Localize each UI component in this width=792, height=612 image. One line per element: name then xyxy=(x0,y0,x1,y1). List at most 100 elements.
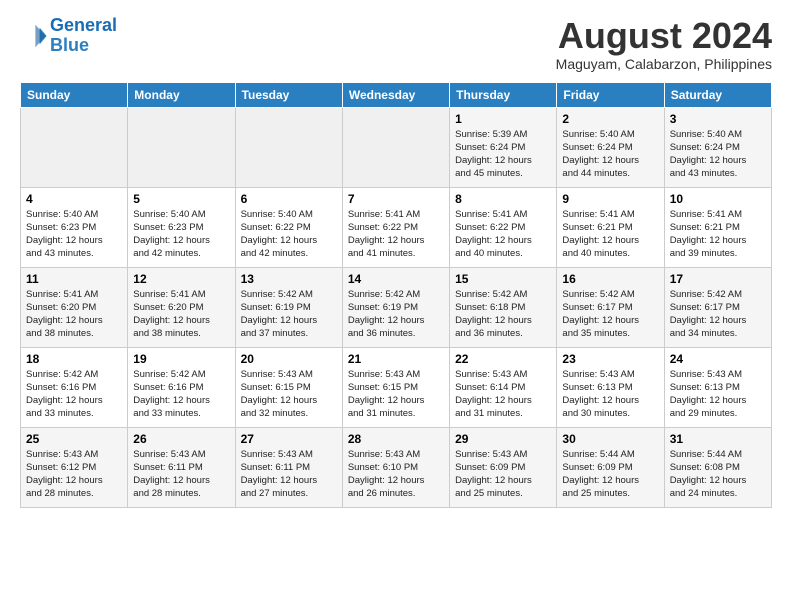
calendar-cell xyxy=(235,107,342,187)
calendar-cell: 2 Sunrise: 5:40 AM Sunset: 6:24 PM Daylig… xyxy=(557,107,664,187)
day-info: Sunrise: 5:43 AM Sunset: 6:14 PM Dayligh… xyxy=(455,368,551,421)
calendar-cell: 17 Sunrise: 5:42 AM Sunset: 6:17 PM Dayli… xyxy=(664,267,771,347)
day-info: Sunrise: 5:43 AM Sunset: 6:11 PM Dayligh… xyxy=(241,448,337,501)
calendar-week-row: 18Sunrise: 5:42 AM Sunset: 6:16 PM Dayli… xyxy=(21,347,772,427)
calendar-cell: 25 Sunrise: 5:43 AM Sunset: 6:12 PM Dayli… xyxy=(21,427,128,507)
day-number: 22 xyxy=(455,352,551,366)
logo-blue: Blue xyxy=(50,35,89,55)
day-info: Sunrise: 5:40 AM Sunset: 6:24 PM Dayligh… xyxy=(562,128,658,181)
day-info: Sunrise: 5:43 AM Sunset: 6:09 PM Dayligh… xyxy=(455,448,551,501)
day-number: 14 xyxy=(348,272,444,286)
calendar-cell: 6 Sunrise: 5:40 AM Sunset: 6:22 PM Daylig… xyxy=(235,187,342,267)
logo-text: General Blue xyxy=(50,16,117,56)
calendar-cell: 9Sunrise: 5:41 AM Sunset: 6:21 PM Daylig… xyxy=(557,187,664,267)
calendar-cell: 3 Sunrise: 5:40 AM Sunset: 6:24 PM Daylig… xyxy=(664,107,771,187)
page: General Blue August 2024 Maguyam, Calaba… xyxy=(0,0,792,518)
calendar-cell: 4 Sunrise: 5:40 AM Sunset: 6:23 PM Daylig… xyxy=(21,187,128,267)
calendar-cell: 18Sunrise: 5:42 AM Sunset: 6:16 PM Dayli… xyxy=(21,347,128,427)
calendar-cell: 28 Sunrise: 5:43 AM Sunset: 6:10 PM Dayli… xyxy=(342,427,449,507)
calendar-cell: 22 Sunrise: 5:43 AM Sunset: 6:14 PM Dayli… xyxy=(450,347,557,427)
month-year: August 2024 xyxy=(556,16,772,56)
day-number: 16 xyxy=(562,272,658,286)
day-info: Sunrise: 5:43 AM Sunset: 6:11 PM Dayligh… xyxy=(133,448,229,501)
day-info: Sunrise: 5:41 AM Sunset: 6:20 PM Dayligh… xyxy=(26,288,122,341)
calendar-cell: 12Sunrise: 5:41 AM Sunset: 6:20 PM Dayli… xyxy=(128,267,235,347)
calendar-cell: 30Sunrise: 5:44 AM Sunset: 6:09 PM Dayli… xyxy=(557,427,664,507)
day-info: Sunrise: 5:42 AM Sunset: 6:16 PM Dayligh… xyxy=(26,368,122,421)
day-info: Sunrise: 5:44 AM Sunset: 6:09 PM Dayligh… xyxy=(562,448,658,501)
day-info: Sunrise: 5:42 AM Sunset: 6:17 PM Dayligh… xyxy=(562,288,658,341)
calendar-week-row: 4 Sunrise: 5:40 AM Sunset: 6:23 PM Daylig… xyxy=(21,187,772,267)
day-number: 9 xyxy=(562,192,658,206)
calendar-cell: 29 Sunrise: 5:43 AM Sunset: 6:09 PM Dayli… xyxy=(450,427,557,507)
day-info: Sunrise: 5:40 AM Sunset: 6:23 PM Dayligh… xyxy=(133,208,229,261)
day-number: 25 xyxy=(26,432,122,446)
weekday-header: Friday xyxy=(557,82,664,107)
day-info: Sunrise: 5:43 AM Sunset: 6:13 PM Dayligh… xyxy=(562,368,658,421)
calendar-cell: 13 Sunrise: 5:42 AM Sunset: 6:19 PM Dayli… xyxy=(235,267,342,347)
day-info: Sunrise: 5:42 AM Sunset: 6:17 PM Dayligh… xyxy=(670,288,766,341)
weekday-row: SundayMondayTuesdayWednesdayThursdayFrid… xyxy=(21,82,772,107)
day-number: 3 xyxy=(670,112,766,126)
day-number: 7 xyxy=(348,192,444,206)
calendar-week-row: 1Sunrise: 5:39 AM Sunset: 6:24 PM Daylig… xyxy=(21,107,772,187)
calendar-cell: 20 Sunrise: 5:43 AM Sunset: 6:15 PM Dayli… xyxy=(235,347,342,427)
calendar-cell xyxy=(21,107,128,187)
day-info: Sunrise: 5:43 AM Sunset: 6:15 PM Dayligh… xyxy=(241,368,337,421)
day-info: Sunrise: 5:42 AM Sunset: 6:19 PM Dayligh… xyxy=(241,288,337,341)
day-info: Sunrise: 5:42 AM Sunset: 6:18 PM Dayligh… xyxy=(455,288,551,341)
calendar-body: 1Sunrise: 5:39 AM Sunset: 6:24 PM Daylig… xyxy=(21,107,772,507)
calendar-cell: 31 Sunrise: 5:44 AM Sunset: 6:08 PM Dayli… xyxy=(664,427,771,507)
day-info: Sunrise: 5:41 AM Sunset: 6:20 PM Dayligh… xyxy=(133,288,229,341)
day-number: 19 xyxy=(133,352,229,366)
weekday-header: Saturday xyxy=(664,82,771,107)
day-info: Sunrise: 5:40 AM Sunset: 6:24 PM Dayligh… xyxy=(670,128,766,181)
day-info: Sunrise: 5:44 AM Sunset: 6:08 PM Dayligh… xyxy=(670,448,766,501)
calendar-cell: 16 Sunrise: 5:42 AM Sunset: 6:17 PM Dayli… xyxy=(557,267,664,347)
day-number: 17 xyxy=(670,272,766,286)
day-info: Sunrise: 5:42 AM Sunset: 6:16 PM Dayligh… xyxy=(133,368,229,421)
calendar-cell: 8 Sunrise: 5:41 AM Sunset: 6:22 PM Daylig… xyxy=(450,187,557,267)
day-number: 31 xyxy=(670,432,766,446)
header: General Blue August 2024 Maguyam, Calaba… xyxy=(20,16,772,72)
day-info: Sunrise: 5:41 AM Sunset: 6:22 PM Dayligh… xyxy=(455,208,551,261)
day-info: Sunrise: 5:42 AM Sunset: 6:19 PM Dayligh… xyxy=(348,288,444,341)
day-number: 10 xyxy=(670,192,766,206)
day-number: 21 xyxy=(348,352,444,366)
day-number: 8 xyxy=(455,192,551,206)
title-block: August 2024 Maguyam, Calabarzon, Philipp… xyxy=(556,16,772,72)
day-number: 27 xyxy=(241,432,337,446)
day-info: Sunrise: 5:43 AM Sunset: 6:12 PM Dayligh… xyxy=(26,448,122,501)
day-number: 4 xyxy=(26,192,122,206)
day-number: 28 xyxy=(348,432,444,446)
logo-icon xyxy=(20,22,48,50)
day-info: Sunrise: 5:43 AM Sunset: 6:15 PM Dayligh… xyxy=(348,368,444,421)
calendar-week-row: 25 Sunrise: 5:43 AM Sunset: 6:12 PM Dayli… xyxy=(21,427,772,507)
logo: General Blue xyxy=(20,16,117,56)
day-info: Sunrise: 5:41 AM Sunset: 6:21 PM Dayligh… xyxy=(670,208,766,261)
day-number: 6 xyxy=(241,192,337,206)
calendar-cell: 26 Sunrise: 5:43 AM Sunset: 6:11 PM Dayli… xyxy=(128,427,235,507)
calendar-cell: 19 Sunrise: 5:42 AM Sunset: 6:16 PM Dayli… xyxy=(128,347,235,427)
day-number: 24 xyxy=(670,352,766,366)
day-number: 20 xyxy=(241,352,337,366)
calendar-cell: 10 Sunrise: 5:41 AM Sunset: 6:21 PM Dayli… xyxy=(664,187,771,267)
logo-general: General xyxy=(50,15,117,35)
day-info: Sunrise: 5:43 AM Sunset: 6:10 PM Dayligh… xyxy=(348,448,444,501)
calendar-cell: 5 Sunrise: 5:40 AM Sunset: 6:23 PM Daylig… xyxy=(128,187,235,267)
day-info: Sunrise: 5:40 AM Sunset: 6:22 PM Dayligh… xyxy=(241,208,337,261)
weekday-header: Monday xyxy=(128,82,235,107)
calendar-cell: 23Sunrise: 5:43 AM Sunset: 6:13 PM Dayli… xyxy=(557,347,664,427)
day-number: 29 xyxy=(455,432,551,446)
calendar-cell xyxy=(342,107,449,187)
day-number: 5 xyxy=(133,192,229,206)
day-number: 26 xyxy=(133,432,229,446)
calendar-cell: 21 Sunrise: 5:43 AM Sunset: 6:15 PM Dayli… xyxy=(342,347,449,427)
calendar-cell: 15Sunrise: 5:42 AM Sunset: 6:18 PM Dayli… xyxy=(450,267,557,347)
day-number: 11 xyxy=(26,272,122,286)
calendar-cell: 11 Sunrise: 5:41 AM Sunset: 6:20 PM Dayli… xyxy=(21,267,128,347)
day-info: Sunrise: 5:40 AM Sunset: 6:23 PM Dayligh… xyxy=(26,208,122,261)
calendar-cell: 1Sunrise: 5:39 AM Sunset: 6:24 PM Daylig… xyxy=(450,107,557,187)
day-number: 2 xyxy=(562,112,658,126)
day-number: 13 xyxy=(241,272,337,286)
